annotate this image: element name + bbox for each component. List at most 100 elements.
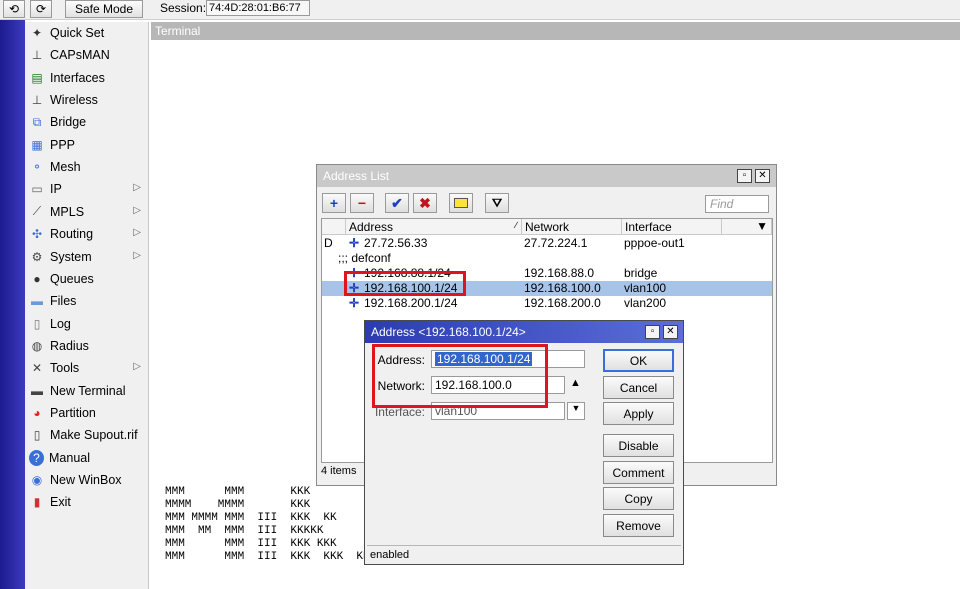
ok-button[interactable]: OK bbox=[603, 349, 674, 372]
main-menu: ✦ Quick Set ⊥ CAPsMAN ▤ Interfaces ⊥ Wireless ⧉ B… bbox=[25, 22, 149, 589]
menu-item-mpls[interactable]: ⟋ MPLS ▷ bbox=[25, 201, 149, 223]
row-interface: vlan100 bbox=[624, 281, 667, 295]
safe-mode-button[interactable]: Safe Mode bbox=[65, 0, 143, 18]
menu-item-label: New Terminal bbox=[50, 383, 126, 398]
filter-button[interactable]: ⛛ bbox=[485, 193, 509, 213]
menu-item-wireless[interactable]: ⊥ Wireless bbox=[25, 89, 149, 111]
menu-item-make-supout-rif[interactable]: ▯ Make Supout.rif bbox=[25, 424, 149, 446]
menu-item-quick-set[interactable]: ✦ Quick Set bbox=[25, 22, 149, 44]
dialog-status: enabled bbox=[367, 545, 681, 563]
winbox-side-stripe bbox=[0, 20, 25, 589]
menu-item-ppp[interactable]: ▦ PPP bbox=[25, 134, 149, 156]
comment-row[interactable]: ;;; defconf bbox=[322, 251, 772, 266]
menu-item-files[interactable]: ▬ Files bbox=[25, 290, 149, 312]
session-field[interactable]: 74:4D:28:01:B6:77 bbox=[206, 0, 310, 16]
wireless-icon: ⊥ bbox=[31, 93, 43, 108]
network-toggle-icon[interactable]: ▲ bbox=[570, 377, 581, 389]
menu-item-capsman[interactable]: ⊥ CAPsMAN bbox=[25, 44, 149, 66]
menu-item-exit[interactable]: ▮ Exit bbox=[25, 491, 149, 513]
comment-button[interactable]: Comment bbox=[603, 461, 674, 484]
close-button[interactable]: ✕ bbox=[755, 169, 770, 183]
filter-icon: ⛛ bbox=[491, 195, 503, 210]
menu-item-label: Wireless bbox=[50, 93, 98, 108]
address-dialog-titlebar[interactable]: Address <192.168.100.1/24> bbox=[365, 321, 683, 343]
menu-item-queues[interactable]: ● Queues bbox=[25, 268, 149, 290]
menu-item-label: Queues bbox=[50, 271, 94, 286]
menu-item-new-terminal[interactable]: ▬ New Terminal bbox=[25, 380, 149, 402]
table-row[interactable]: ✛ 192.168.200.1/24 192.168.200.0 vlan200 bbox=[322, 296, 772, 311]
menu-item-label: MPLS bbox=[50, 204, 85, 219]
menu-item-label: Mesh bbox=[50, 160, 81, 175]
remove-button[interactable]: Remove bbox=[603, 514, 674, 537]
submenu-arrow-icon: ▷ bbox=[133, 182, 141, 194]
document-icon: ▯ bbox=[33, 428, 41, 443]
menu-item-interfaces[interactable]: ▤ Interfaces bbox=[25, 67, 149, 89]
close-icon: ✕ bbox=[758, 170, 767, 181]
menu-item-new-winbox[interactable]: ◉ New WinBox bbox=[25, 469, 149, 491]
column-header-address[interactable]: Address ∕ bbox=[346, 219, 522, 235]
radius-icon: ◍ bbox=[31, 338, 43, 353]
enable-button[interactable]: ✔ bbox=[385, 193, 409, 213]
column-header-network[interactable]: Network bbox=[522, 219, 622, 235]
wand-icon: ✦ bbox=[31, 26, 43, 40]
menu-item-label: Partition bbox=[50, 405, 96, 420]
menu-item-label: Exit bbox=[50, 495, 71, 510]
cancel-button[interactable]: Cancel bbox=[603, 376, 674, 399]
menu-item-label: Files bbox=[50, 294, 77, 309]
dialog-maximize-button[interactable]: ▫ bbox=[645, 325, 660, 339]
row-network: 27.72.224.1 bbox=[524, 236, 588, 250]
redo-icon: ⟳ bbox=[35, 2, 47, 16]
menu-item-routing[interactable]: ✣ Routing ▷ bbox=[25, 223, 149, 245]
help-icon: ? bbox=[29, 449, 44, 466]
plus-icon: + bbox=[329, 195, 339, 211]
menu-item-bridge[interactable]: ⧉ Bridge bbox=[25, 111, 149, 133]
menu-item-partition[interactable]: ◕ Partition bbox=[25, 402, 149, 424]
menu-item-manual[interactable]: ? Manual bbox=[25, 447, 149, 469]
interfaces-icon: ▤ bbox=[31, 70, 43, 85]
mesh-icon: ⚬ bbox=[31, 160, 43, 175]
top-toolbar: ⟲ ⟳ Safe Mode Session: 74:4D:28:01:B6:77 bbox=[0, 0, 960, 20]
table-row[interactable]: D ✛ 27.72.56.33 27.72.224.1 pppoe-out1 bbox=[322, 236, 772, 251]
folder-icon: ▬ bbox=[31, 294, 43, 309]
copy-button[interactable]: Copy bbox=[603, 487, 674, 510]
column-header-interface[interactable]: Interface bbox=[622, 219, 722, 235]
maximize-icon: ▫ bbox=[650, 326, 655, 337]
add-button[interactable]: + bbox=[322, 193, 346, 213]
menu-item-tools[interactable]: ✕ Tools ▷ bbox=[25, 357, 149, 379]
ppp-icon: ▦ bbox=[31, 137, 43, 152]
menu-item-label: Log bbox=[50, 316, 71, 331]
menu-item-label: Bridge bbox=[50, 115, 87, 130]
remove-button[interactable]: − bbox=[350, 193, 374, 213]
exit-icon: ▮ bbox=[33, 495, 41, 510]
sort-icon: ∕ bbox=[515, 220, 517, 230]
comment-button[interactable] bbox=[449, 193, 473, 213]
menu-item-label: Tools bbox=[50, 361, 80, 376]
winbox-icon: ◉ bbox=[31, 473, 43, 487]
column-header-flag[interactable] bbox=[322, 219, 346, 235]
terminal-icon: ▬ bbox=[31, 383, 43, 398]
disable-button[interactable]: ✖ bbox=[413, 193, 437, 213]
dialog-close-button[interactable]: ✕ bbox=[663, 325, 678, 339]
disable-button[interactable]: Disable bbox=[603, 434, 674, 457]
address-list-titlebar[interactable]: Address List bbox=[317, 165, 776, 187]
menu-item-radius[interactable]: ◍ Radius bbox=[25, 335, 149, 357]
column-chooser[interactable]: ▼ bbox=[722, 219, 772, 235]
minus-icon: − bbox=[357, 195, 367, 211]
row-address: 192.168.200.1/24 bbox=[364, 296, 458, 310]
log-icon: ▯ bbox=[33, 316, 41, 331]
row-interface: vlan200 bbox=[624, 296, 667, 310]
redo-button[interactable]: ⟳ bbox=[30, 0, 52, 18]
menu-item-system[interactable]: ⚙ System ▷ bbox=[25, 246, 149, 268]
row-flag: D bbox=[324, 236, 333, 250]
find-input[interactable]: Find bbox=[705, 195, 769, 213]
queues-icon: ● bbox=[33, 271, 41, 286]
ip-icon: ▭ bbox=[31, 182, 43, 197]
undo-button[interactable]: ⟲ bbox=[3, 0, 25, 18]
menu-item-ip[interactable]: ▭ IP ▷ bbox=[25, 178, 149, 200]
maximize-button[interactable]: ▫ bbox=[737, 169, 752, 183]
menu-item-label: Routing bbox=[50, 227, 94, 242]
apply-button[interactable]: Apply bbox=[603, 402, 674, 425]
interface-dropdown[interactable]: ▼ bbox=[567, 402, 585, 420]
menu-item-mesh[interactable]: ⚬ Mesh bbox=[25, 156, 149, 178]
menu-item-log[interactable]: ▯ Log bbox=[25, 313, 149, 335]
